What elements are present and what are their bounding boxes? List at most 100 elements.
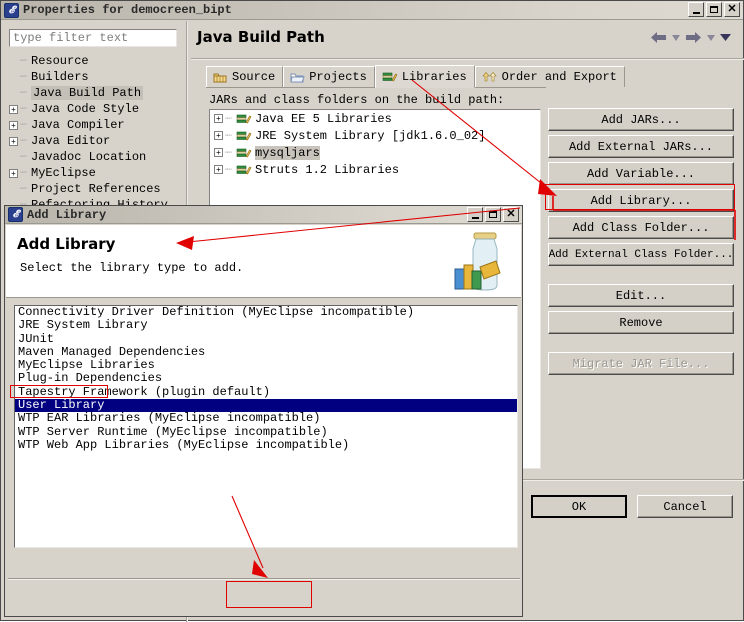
tab-label: Order and Export bbox=[501, 70, 617, 84]
back-arrow-icon[interactable] bbox=[650, 31, 667, 44]
list-item[interactable]: + ┈ Struts 1.2 Libraries bbox=[210, 161, 540, 178]
tree-branch-icon: ┈ bbox=[225, 130, 232, 143]
source-folder-icon bbox=[213, 73, 227, 82]
list-item-label: Struts 1.2 Libraries bbox=[255, 162, 400, 177]
close-button[interactable]: ✕ bbox=[724, 2, 740, 17]
order-export-icon bbox=[481, 71, 497, 81]
expand-plus-icon[interactable]: + bbox=[214, 148, 223, 157]
forward-dropdown-icon[interactable] bbox=[707, 34, 715, 41]
list-item[interactable]: WTP Web App Libraries (MyEclipse incompa… bbox=[15, 438, 517, 452]
tree-branch-icon: ┈ bbox=[20, 120, 27, 132]
sidebar-item-label: Resource bbox=[31, 54, 89, 68]
build-path-actions: Add JARs... Add External JARs... Add Var… bbox=[548, 108, 734, 379]
list-item[interactable]: Connectivity Driver Definition (MyEclips… bbox=[15, 306, 517, 319]
navigation-arrows bbox=[650, 31, 731, 44]
sidebar-item-label: Project References bbox=[31, 182, 161, 196]
add-jars-button[interactable]: Add JARs... bbox=[548, 108, 734, 131]
close-button[interactable]: ✕ bbox=[503, 207, 519, 222]
tree-branch-icon: ┈ bbox=[20, 104, 27, 116]
dialog-footer-divider-highlight bbox=[8, 579, 520, 580]
add-library-button[interactable]: Add Library... bbox=[548, 189, 734, 212]
sidebar-item-project-references[interactable]: ┈ Project References bbox=[7, 181, 181, 197]
libraries-icon bbox=[236, 114, 252, 124]
sidebar-item-java-compiler[interactable]: + ┈ Java Compiler bbox=[7, 117, 181, 133]
title-divider-highlight bbox=[191, 59, 744, 60]
minimize-button[interactable] bbox=[688, 2, 704, 17]
list-item[interactable]: + ┈ Java EE 5 Libraries bbox=[210, 110, 540, 127]
dialog-titlebar: 𝓔 Add Library ✕ bbox=[5, 206, 522, 224]
sidebar-item-builders[interactable]: ┈ Builders bbox=[7, 69, 181, 85]
sidebar-item-java-code-style[interactable]: + ┈ Java Code Style bbox=[7, 101, 181, 117]
sidebar-item-label: Java Editor bbox=[31, 134, 111, 148]
expand-plus-icon[interactable]: + bbox=[9, 120, 18, 130]
tree-branch-icon: ┈ bbox=[225, 164, 232, 177]
dialog-header-title: Add Library bbox=[17, 235, 116, 253]
tree-branch-icon: ┈ bbox=[20, 72, 27, 84]
search-input[interactable]: type filter text bbox=[9, 29, 177, 47]
list-item[interactable]: Tapestry Framework (plugin default) bbox=[15, 385, 517, 399]
sidebar-item-javadoc-location[interactable]: ┈ Javadoc Location bbox=[7, 149, 181, 165]
sidebar-item-label: Java Code Style bbox=[31, 102, 140, 116]
window-title: Properties for democreen_bipt bbox=[23, 3, 232, 17]
forward-arrow-icon[interactable] bbox=[685, 31, 702, 44]
tab-order-and-export[interactable]: Order and Export bbox=[474, 66, 625, 87]
list-item[interactable]: WTP Server Runtime (MyEclipse incompatib… bbox=[15, 425, 517, 439]
sidebar-item-java-editor[interactable]: + ┈ Java Editor bbox=[7, 133, 181, 149]
library-type-list[interactable]: Connectivity Driver Definition (MyEclips… bbox=[14, 305, 518, 548]
libraries-icon bbox=[236, 165, 252, 175]
add-external-class-folder-button[interactable]: Add External Class Folder... bbox=[548, 243, 734, 266]
list-item[interactable]: Plug-in Dependencies bbox=[15, 372, 517, 386]
preference-tree[interactable]: ┈ Resource ┈ Builders ┈ Java Build Path … bbox=[7, 53, 181, 215]
back-dropdown-icon[interactable] bbox=[672, 34, 680, 41]
migrate-jar-file-button: Migrate JAR File... bbox=[548, 352, 734, 375]
libraries-icon bbox=[236, 131, 252, 141]
list-item[interactable]: + ┈ JRE System Library [jdk1.6.0_02] bbox=[210, 127, 540, 144]
list-item[interactable]: MyEclipse Libraries bbox=[15, 358, 517, 372]
ok-button[interactable]: OK bbox=[531, 495, 627, 518]
sidebar-item-resource[interactable]: ┈ Resource bbox=[7, 53, 181, 69]
sidebar-item-label: Java Compiler bbox=[31, 118, 125, 132]
add-class-folder-button[interactable]: Add Class Folder... bbox=[548, 216, 734, 239]
cancel-button[interactable]: Cancel bbox=[637, 495, 733, 518]
list-item-label: Java EE 5 Libraries bbox=[255, 111, 392, 126]
tab-libraries[interactable]: Libraries bbox=[374, 65, 475, 88]
tab-label: Projects bbox=[309, 70, 367, 84]
projects-icon bbox=[290, 73, 305, 82]
sidebar-item-myeclipse[interactable]: + ┈ MyEclipse bbox=[7, 165, 181, 181]
tree-branch-icon: ┈ bbox=[20, 184, 27, 196]
list-item[interactable]: JRE System Library bbox=[15, 318, 517, 332]
add-external-jars-button[interactable]: Add External JARs... bbox=[548, 135, 734, 158]
remove-button[interactable]: Remove bbox=[548, 311, 734, 334]
sidebar-item-label: Builders bbox=[31, 70, 89, 84]
tab-label: Source bbox=[232, 70, 276, 84]
dialog-title: Add Library bbox=[27, 207, 107, 222]
sidebar-item-java-build-path[interactable]: ┈ Java Build Path bbox=[7, 85, 181, 101]
main-titlebar-buttons: ✕ bbox=[688, 2, 740, 17]
list-item[interactable]: + ┈ mysqljars bbox=[210, 144, 540, 161]
maximize-button[interactable] bbox=[706, 2, 722, 17]
expand-plus-icon[interactable]: + bbox=[214, 131, 223, 140]
menu-dropdown-icon[interactable] bbox=[720, 34, 731, 41]
tab-projects[interactable]: Projects bbox=[283, 66, 375, 87]
expand-plus-icon[interactable]: + bbox=[9, 104, 18, 114]
list-item[interactable]: Maven Managed Dependencies bbox=[15, 345, 517, 359]
maximize-button[interactable] bbox=[485, 207, 501, 222]
minimize-button[interactable] bbox=[467, 207, 483, 222]
expand-plus-icon[interactable]: + bbox=[214, 114, 223, 123]
list-item[interactable]: JUnit bbox=[15, 332, 517, 346]
add-variable-button[interactable]: Add Variable... bbox=[548, 162, 734, 185]
tree-branch-icon: ┈ bbox=[20, 56, 27, 68]
tab-label: Libraries bbox=[401, 69, 467, 84]
list-item[interactable]: WTP EAR Libraries (MyEclipse incompatibl… bbox=[15, 412, 517, 426]
main-titlebar: 𝓔 Properties for democreen_bipt ✕ bbox=[1, 1, 743, 20]
edit-button[interactable]: Edit... bbox=[548, 284, 734, 307]
list-item-user-library[interactable]: User Library bbox=[15, 398, 517, 413]
tab-source[interactable]: Source bbox=[206, 66, 284, 87]
dialog-titlebar-buttons: ✕ bbox=[467, 207, 519, 222]
expand-plus-icon[interactable]: + bbox=[9, 136, 18, 146]
sidebar-item-label: Javadoc Location bbox=[31, 150, 147, 164]
expand-plus-icon[interactable]: + bbox=[9, 168, 18, 178]
expand-plus-icon[interactable]: + bbox=[214, 165, 223, 174]
